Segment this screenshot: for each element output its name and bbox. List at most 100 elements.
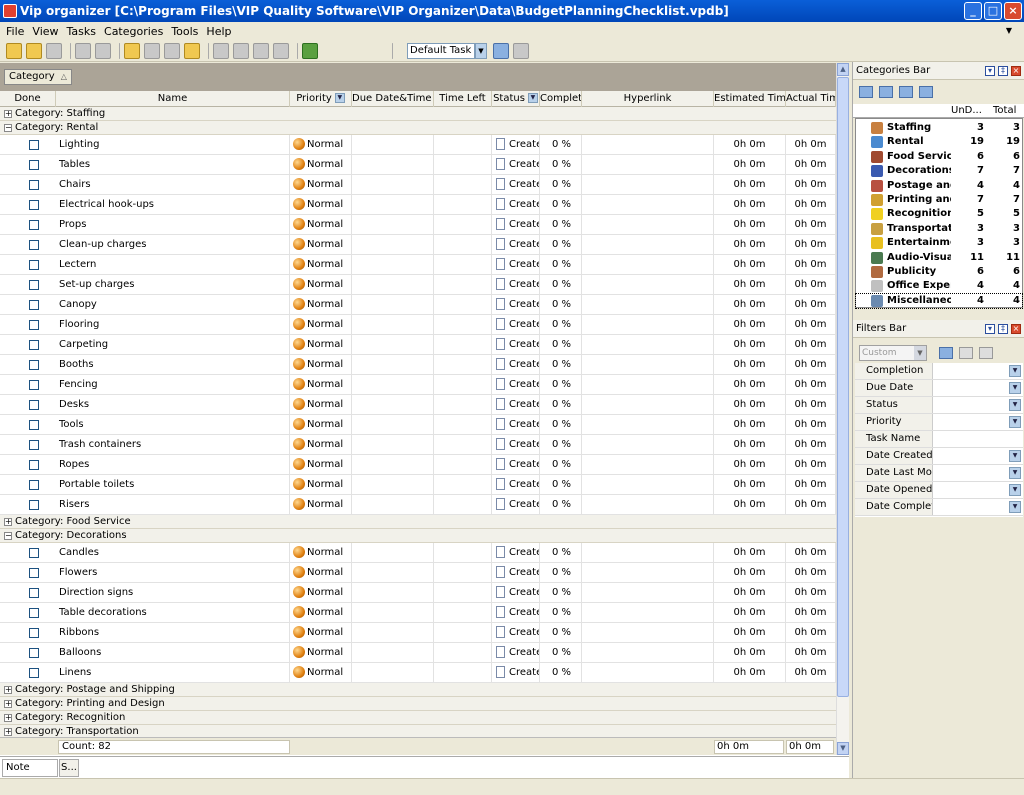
category-group-row[interactable]: + Category: Transportation xyxy=(0,725,836,737)
view-select[interactable]: Default Task V xyxy=(407,42,475,59)
col-done[interactable]: Done xyxy=(0,91,56,107)
expand-icon[interactable]: + xyxy=(4,700,12,708)
filter-dropdown-icon[interactable]: ▼ xyxy=(1009,467,1021,479)
col-total[interactable]: Total xyxy=(993,104,1016,117)
done-checkbox[interactable] xyxy=(29,568,39,578)
filter-row[interactable]: Date Last Modifi ▼ xyxy=(855,465,1023,482)
done-checkbox[interactable] xyxy=(29,220,39,230)
done-checkbox[interactable] xyxy=(29,588,39,598)
col-name[interactable]: Name xyxy=(56,91,290,107)
close-button[interactable]: × xyxy=(1004,2,1022,20)
add-subtask-icon[interactable] xyxy=(124,42,140,59)
table-row[interactable]: Linens Normal Create 0 % 0h 0m 0h 0m xyxy=(0,663,836,683)
category-item[interactable]: Printing and I 7 7 xyxy=(856,193,1022,207)
table-row[interactable]: Flowers Normal Create 0 % 0h 0m 0h 0m xyxy=(0,563,836,583)
done-checkbox[interactable] xyxy=(29,608,39,618)
menu-file[interactable]: File xyxy=(6,25,24,38)
table-row[interactable]: Fencing Normal Create 0 % 0h 0m 0h 0m xyxy=(0,375,836,395)
col-hyperlink[interactable]: Hyperlink xyxy=(582,91,714,107)
print-preview-icon[interactable] xyxy=(95,42,111,59)
category-item[interactable]: Food Service 6 6 xyxy=(856,150,1022,164)
task-name[interactable]: Table decorations xyxy=(59,607,147,618)
table-row[interactable]: Tools Normal Create 0 % 0h 0m 0h 0m xyxy=(0,415,836,435)
table-row[interactable]: Chairs Normal Create 0 % 0h 0m 0h 0m xyxy=(0,175,836,195)
col-actual-time[interactable]: Actual Time xyxy=(786,91,836,107)
task-name[interactable]: Trash containers xyxy=(59,439,141,450)
filter-dropdown-icon[interactable]: ▼ xyxy=(1009,450,1021,462)
table-row[interactable]: Carpeting Normal Create 0 % 0h 0m 0h 0m xyxy=(0,335,836,355)
category-group-row[interactable]: − Category: Rental xyxy=(0,121,836,135)
task-name[interactable]: Tables xyxy=(59,159,90,170)
done-checkbox[interactable] xyxy=(29,648,39,658)
title-bar[interactable]: Vip organizer [C:\Program Files\VIP Qual… xyxy=(0,0,1024,22)
done-checkbox[interactable] xyxy=(29,460,39,470)
category-item[interactable]: Postage and 4 4 xyxy=(856,179,1022,193)
filter-row[interactable]: Status ▼ xyxy=(855,397,1023,414)
category-item[interactable]: Recognition 5 5 xyxy=(856,207,1022,221)
menu-overflow-icon[interactable]: ▼ xyxy=(1006,26,1012,35)
scroll-up-icon[interactable]: ▲ xyxy=(837,63,849,76)
filter-dropdown-icon[interactable]: ▼ xyxy=(1009,484,1021,496)
col-time-left[interactable]: Time Left xyxy=(434,91,492,107)
task-name[interactable]: Chairs xyxy=(59,179,91,190)
filter-row[interactable]: Completion ▼ xyxy=(855,363,1023,380)
filter-row[interactable]: Due Date ▼ xyxy=(855,380,1023,397)
flag-icon[interactable] xyxy=(302,42,318,59)
print-icon[interactable] xyxy=(75,42,91,59)
category-item[interactable]: Transportatio 3 3 xyxy=(856,222,1022,236)
done-checkbox[interactable] xyxy=(29,180,39,190)
categories-bar-pin-icon[interactable]: ‡ xyxy=(998,66,1008,76)
edit-task-icon[interactable] xyxy=(144,42,160,59)
task-name[interactable]: Desks xyxy=(59,399,89,410)
filter-dropdown-icon[interactable]: ▼ xyxy=(1009,501,1021,513)
col-estimated-time[interactable]: Estimated Time xyxy=(714,91,786,107)
filter-dropdown-icon[interactable]: ▼ xyxy=(1009,382,1021,394)
scroll-down-icon[interactable]: ▼ xyxy=(837,742,849,755)
category-item[interactable]: Rental 19 19 xyxy=(856,135,1022,149)
task-name[interactable]: Risers xyxy=(59,499,89,510)
task-name[interactable]: Carpeting xyxy=(59,339,108,350)
done-checkbox[interactable] xyxy=(29,340,39,350)
table-row[interactable]: Candles Normal Create 0 % 0h 0m 0h 0m xyxy=(0,543,836,563)
table-row[interactable]: Trash containers Normal Create 0 % 0h 0m 0h 0… xyxy=(0,435,836,455)
expand-icon[interactable]: + xyxy=(4,518,12,526)
table-row[interactable]: Clean-up charges Normal Create 0 % 0h 0m 0h 0… xyxy=(0,235,836,255)
new-task-icon[interactable] xyxy=(6,42,22,59)
task-name[interactable]: Direction signs xyxy=(59,587,133,598)
done-checkbox[interactable] xyxy=(29,260,39,270)
minimize-button[interactable]: _ xyxy=(964,2,982,20)
maximize-button[interactable]: □ xyxy=(984,2,1002,20)
category-group-row[interactable]: + Category: Food Service xyxy=(0,515,836,529)
col-complete[interactable]: Complete xyxy=(540,91,582,107)
task-name[interactable]: Clean-up charges xyxy=(59,239,146,250)
category-item[interactable]: Office Expen 4 4 xyxy=(856,279,1022,293)
priority-filter-icon[interactable]: ▼ xyxy=(334,93,345,103)
expand-icon[interactable]: + xyxy=(4,728,12,736)
table-row[interactable]: Flooring Normal Create 0 % 0h 0m 0h 0m xyxy=(0,315,836,335)
task-name[interactable]: Candles xyxy=(59,547,99,558)
group-by-category-chip[interactable]: Category △ xyxy=(4,69,72,85)
filter-tool-icon[interactable] xyxy=(493,42,509,59)
save-icon[interactable] xyxy=(46,42,62,59)
task-name[interactable]: Fencing xyxy=(59,379,98,390)
filter-dropdown-icon[interactable]: ▼ xyxy=(1009,365,1021,377)
table-row[interactable]: Props Normal Create 0 % 0h 0m 0h 0m xyxy=(0,215,836,235)
expand-icon[interactable]: + xyxy=(4,714,12,722)
menu-help[interactable]: Help xyxy=(206,25,231,38)
paste-icon[interactable] xyxy=(253,42,269,59)
filter-row[interactable]: Date Completed ▼ xyxy=(855,499,1023,516)
category-group-row[interactable]: + Category: Recognition xyxy=(0,711,836,725)
col-undone[interactable]: UnD... xyxy=(951,104,982,117)
task-name[interactable]: Flowers xyxy=(59,567,97,578)
note-more-button[interactable]: S... xyxy=(59,759,79,777)
remove-filter-icon[interactable] xyxy=(979,347,993,359)
category-item[interactable]: Publicity 6 6 xyxy=(856,265,1022,279)
category-group-row[interactable]: − Category: Decorations xyxy=(0,529,836,543)
filter-row[interactable]: Task Name xyxy=(855,431,1023,448)
view-dropdown-icon[interactable]: ▼ xyxy=(475,42,487,59)
done-checkbox[interactable] xyxy=(29,380,39,390)
category-group-row[interactable]: + Category: Postage and Shipping xyxy=(0,683,836,697)
done-checkbox[interactable] xyxy=(29,200,39,210)
task-name[interactable]: Linens xyxy=(59,667,91,678)
menu-view[interactable]: View xyxy=(32,25,58,38)
